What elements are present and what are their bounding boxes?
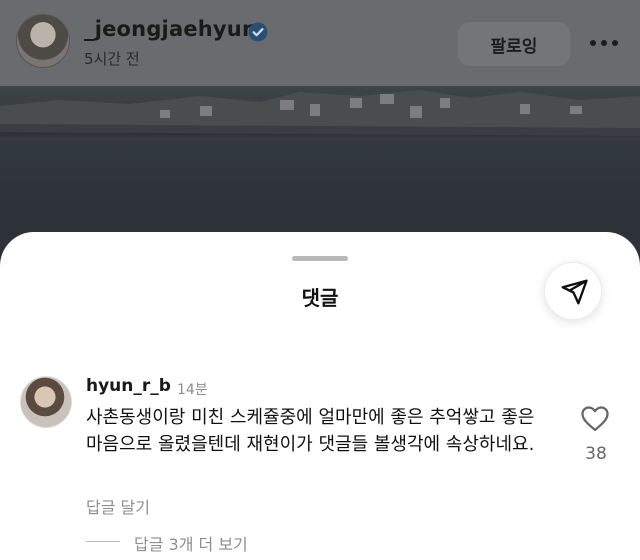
more-options-button[interactable]: [584, 30, 624, 56]
more-icon: [590, 40, 618, 46]
replies-divider: [86, 541, 120, 542]
author-username[interactable]: _jeongjaehyun: [84, 17, 257, 41]
author-avatar[interactable]: [16, 14, 70, 68]
share-button[interactable]: [544, 262, 602, 320]
view-more-replies-button[interactable]: 답글 3개 더 보기: [134, 531, 248, 555]
commenter-avatar[interactable]: [20, 376, 72, 428]
reply-button[interactable]: 답글 달기: [86, 494, 150, 518]
comment-username[interactable]: hyun_r_b: [86, 376, 171, 396]
send-icon: [561, 279, 588, 305]
post-time: 5시간 전: [84, 50, 140, 68]
heart-outline-icon[interactable]: [580, 404, 610, 432]
shoreline-decoration: [0, 90, 640, 136]
sheet-drag-handle[interactable]: [292, 256, 348, 261]
comments-sheet: 댓글 hyun_r_b 14분 사촌동생이랑 미친 스케쥴중에 얼마만에 좋은 …: [0, 232, 640, 560]
comment-time: 14분: [177, 382, 208, 398]
comment-text: 사촌동생이랑 미친 스케쥴중에 얼마만에 좋은 추억쌓고 좋은 마음으로 올렸을…: [86, 407, 535, 455]
verified-badge-icon: [248, 22, 268, 42]
like-count: 38: [585, 444, 607, 464]
post-header: _jeongjaehyun 5시간 전 팔로잉: [0, 0, 640, 86]
following-button[interactable]: 팔로잉: [458, 22, 570, 66]
